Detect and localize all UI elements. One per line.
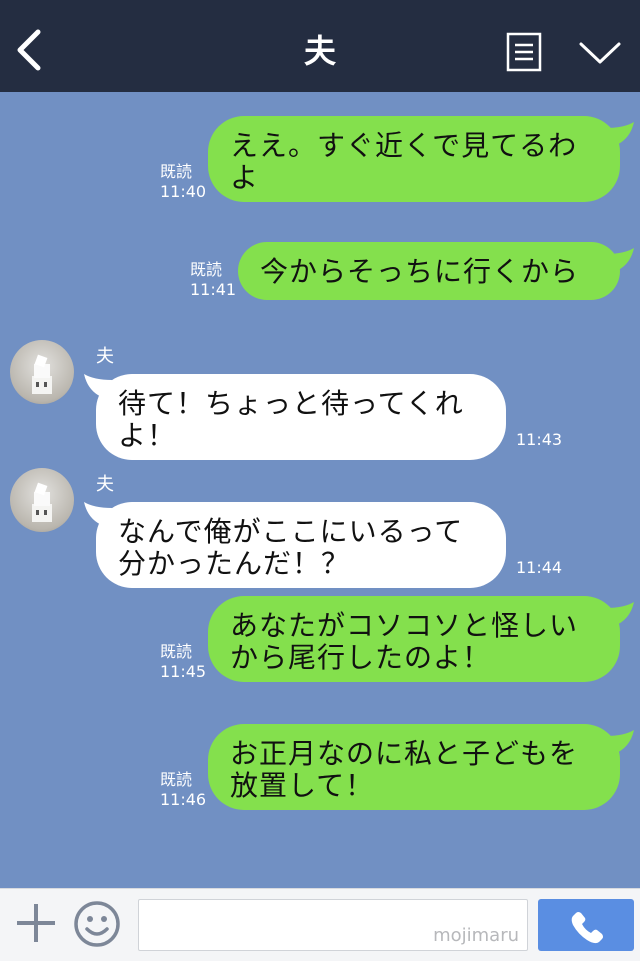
incoming-message-bubble[interactable]: なんで俺がここにいるって分かったんだ！？	[96, 502, 506, 588]
message-text: お正月なのに私と子どもを放置して！	[230, 737, 579, 802]
message-time: 11:45	[160, 662, 207, 681]
avatar-image	[32, 354, 52, 394]
bubble-tail	[606, 248, 634, 272]
outgoing-message-bubble[interactable]: あなたがコソコソと怪しいから尾行したのよ！	[208, 596, 620, 682]
bubble-tail	[606, 602, 634, 626]
plus-icon	[17, 904, 55, 942]
composer-bar: mojimaru	[0, 888, 640, 961]
message-input[interactable]: mojimaru	[138, 899, 528, 951]
outgoing-message-bubble[interactable]: お正月なのに私と子どもを放置して！	[208, 724, 620, 810]
message-time: 11:41	[190, 280, 237, 299]
avatar[interactable]	[10, 468, 74, 532]
menu-button[interactable]	[506, 32, 542, 72]
collapse-button[interactable]	[578, 40, 622, 66]
chevron-down-icon	[579, 42, 621, 64]
message-text: あなたがコソコソと怪しいから尾行したのよ！	[230, 609, 579, 674]
message-text: 待て！ちょっと待ってくれよ！	[118, 387, 464, 452]
read-status: 既読 11:45	[160, 642, 206, 682]
message-list[interactable]: 既読 11:40 ええ。すぐ近くで見てるわよ 既読 11:41 今からそっちに行…	[0, 92, 640, 888]
message-time: 11:46	[160, 790, 207, 809]
read-status: 既読 11:46	[160, 770, 206, 810]
read-status: 既読 11:41	[190, 260, 236, 300]
message-text: ええ。すぐ近くで見てるわよ	[230, 129, 578, 194]
watermark-text: mojimaru	[433, 925, 519, 946]
incoming-message-bubble[interactable]: 待て！ちょっと待ってくれよ！	[96, 374, 506, 460]
read-label: 既読	[190, 260, 223, 279]
message-time: 11:44	[516, 558, 563, 577]
outgoing-message-bubble[interactable]: 今からそっちに行くから	[238, 242, 620, 300]
message-time: 11:43	[516, 430, 563, 449]
smile-icon	[74, 901, 120, 947]
call-button[interactable]	[538, 899, 634, 951]
read-label: 既読	[160, 770, 193, 789]
message-text: 今からそっちに行くから	[260, 255, 580, 288]
read-label: 既読	[160, 162, 193, 181]
message-text: なんで俺がここにいるって分かったんだ！？	[118, 515, 464, 580]
message-time: 11:40	[160, 182, 207, 201]
sender-name: 夫	[96, 474, 114, 495]
chat-title: 夫	[303, 32, 336, 70]
bubble-tail	[606, 122, 634, 146]
avatar[interactable]	[10, 340, 74, 404]
read-status: 既読 11:40	[160, 162, 206, 202]
read-label: 既読	[160, 642, 193, 661]
phone-icon	[571, 912, 603, 944]
outgoing-message-bubble[interactable]: ええ。すぐ近くで見てるわよ	[208, 116, 620, 202]
add-button[interactable]	[14, 901, 58, 945]
sender-name: 夫	[96, 346, 114, 367]
emoji-button[interactable]	[72, 899, 122, 949]
avatar-image	[32, 482, 52, 522]
chat-header: 夫	[0, 0, 640, 92]
list-icon	[506, 32, 542, 72]
bubble-tail	[606, 730, 634, 754]
